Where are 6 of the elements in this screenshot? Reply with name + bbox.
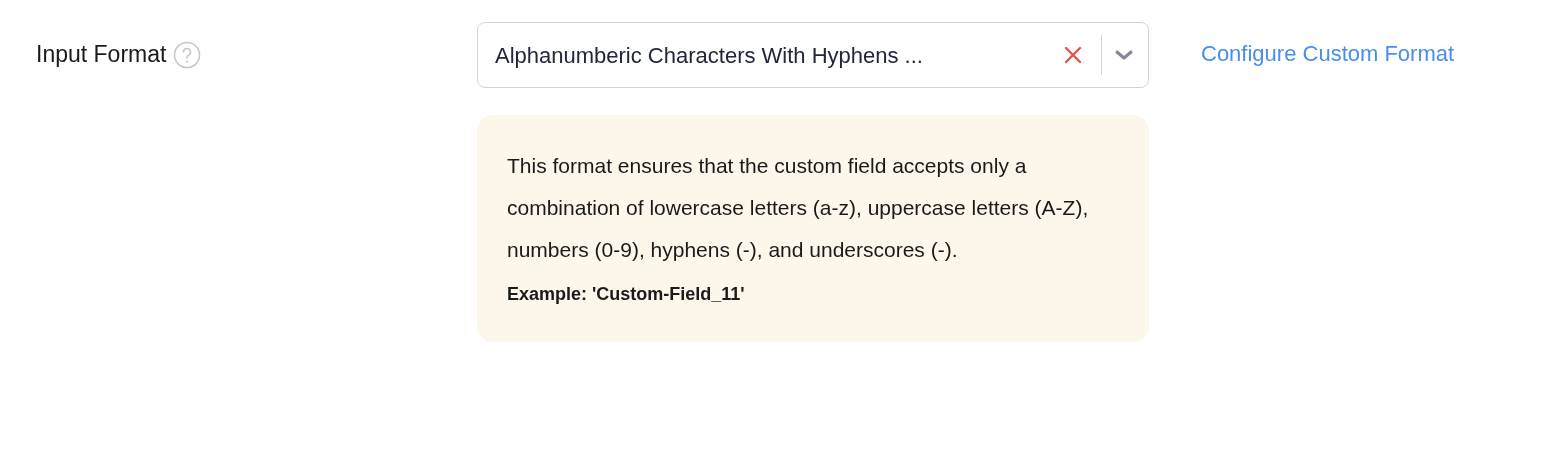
format-select[interactable]: Alphanumberic Characters With Hyphens ... (477, 22, 1149, 88)
chevron-down-icon[interactable] (1114, 48, 1134, 62)
format-description: This format ensures that the custom field accepts only a combination of lowercase letters (a-z), uppercase letters (A-Z), numbers (0-9), hyphens (-), and underscores (-). (507, 153, 1090, 263)
format-example: Example: 'Custom-Field_11' (507, 283, 746, 306)
field-label: Input Format (36, 40, 167, 69)
clear-icon[interactable] (1062, 45, 1083, 65)
